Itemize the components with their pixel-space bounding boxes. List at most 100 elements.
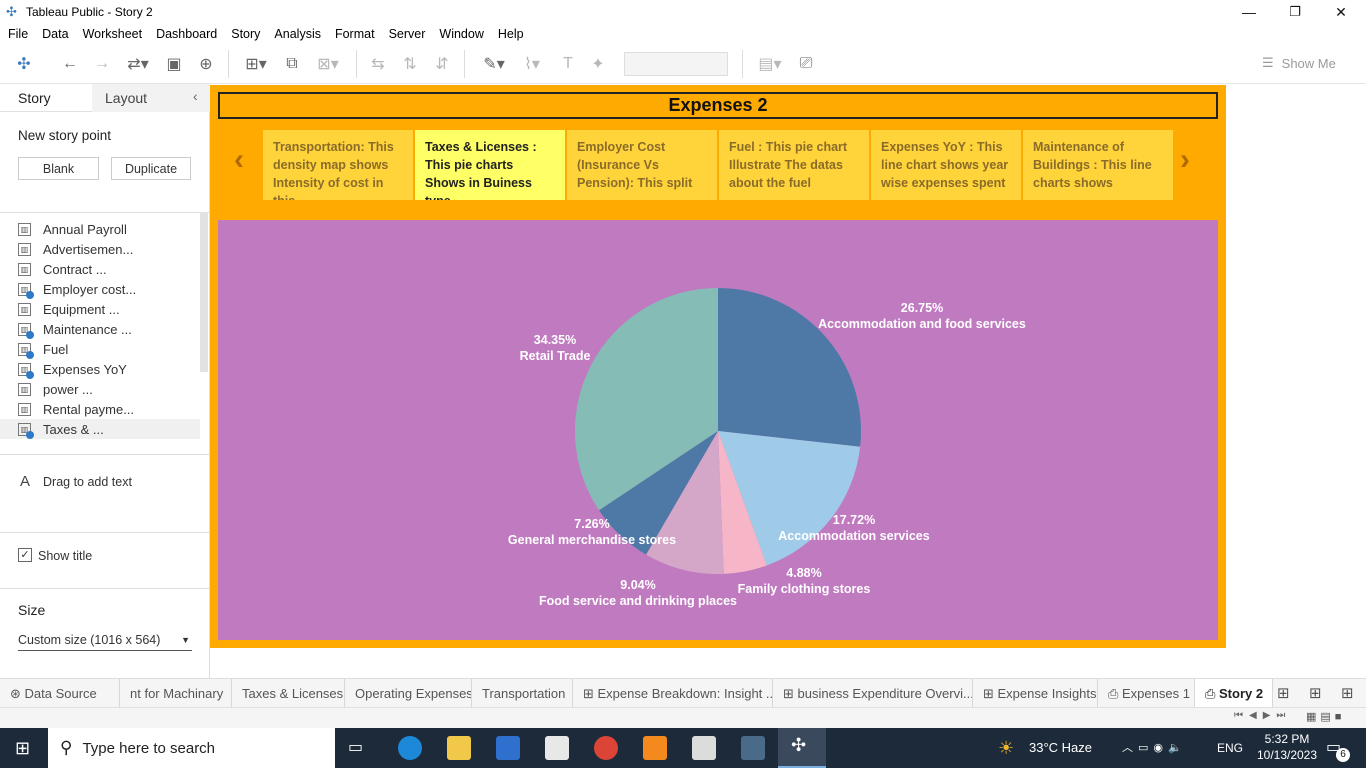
vlc-icon[interactable]	[643, 736, 667, 760]
photos-icon[interactable]	[741, 736, 765, 760]
language-indicator[interactable]: ENG	[1217, 728, 1243, 768]
clock[interactable]: 5:32 PM 10/13/2023	[1252, 731, 1322, 763]
replay-icon[interactable]: ⇄▾	[120, 52, 156, 76]
worksheet-icon: ▥	[18, 302, 31, 316]
sheet-tab[interactable]: nt for Machinary	[120, 679, 232, 708]
tab-story[interactable]: Story	[0, 90, 51, 106]
sheet-item[interactable]: ▥ Employer cost...	[18, 279, 198, 299]
next-story-point-icon[interactable]: ›	[1180, 143, 1190, 177]
new-data-source-icon[interactable]: ⊕	[194, 52, 218, 76]
sheet-tab-label: Data Source	[24, 686, 97, 701]
duplicate-sheet-icon[interactable]: ⧉	[280, 52, 304, 76]
sheet-tab[interactable]: ⊞ Expense Insights	[973, 679, 1098, 708]
undo-icon[interactable]: ←	[58, 52, 82, 76]
new-worksheet-icon[interactable]: ⊞▾	[238, 52, 274, 76]
maximize-button[interactable]: ❐	[1272, 0, 1318, 24]
sheet-item[interactable]: ▥ Equipment ...	[18, 299, 198, 319]
sheet-item[interactable]: ▥ Expenses YoY	[18, 359, 198, 379]
sheet-tab[interactable]: Taxes & Licenses	[232, 679, 345, 708]
show-me-button[interactable]: ☰ Show Me	[1262, 55, 1336, 71]
new-worksheet-tab-icon[interactable]: ⊞	[1277, 684, 1290, 702]
system-tray-icons[interactable]: ︿▭◉🔈	[1122, 728, 1187, 768]
window-title: Tableau Public - Story 2	[26, 5, 153, 19]
clear-sheet-icon[interactable]: ⊠▾	[310, 52, 346, 76]
windows-start-icon[interactable]: ⊞	[15, 738, 30, 759]
story-point-caption[interactable]: Employer Cost (Insurance Vs Pension): Th…	[567, 130, 717, 200]
blank-button[interactable]: Blank	[18, 157, 99, 180]
minimize-button[interactable]: —	[1226, 0, 1272, 24]
show-mark-labels-icon[interactable]: T	[556, 52, 580, 76]
sheet-item[interactable]: ▥Operatio...	[18, 439, 198, 443]
group-members-icon[interactable]: ⌇▾	[514, 52, 550, 76]
highlight-icon[interactable]: ✎▾	[476, 52, 512, 76]
store-icon[interactable]	[496, 736, 520, 760]
presentation-mode-icon[interactable]: ⎚	[794, 52, 818, 76]
drag-text-object[interactable]: A Drag to add text	[0, 454, 210, 532]
sheet-item[interactable]: ▥ power ...	[18, 379, 198, 399]
new-story-tab-icon[interactable]: ⊞	[1341, 684, 1354, 702]
story-point-caption[interactable]: Fuel : This pie chart Illustrate The dat…	[719, 130, 869, 200]
duplicate-button[interactable]: Duplicate	[111, 157, 191, 180]
fix-axes-icon[interactable]: ✦	[586, 52, 610, 76]
redo-icon[interactable]: →	[90, 52, 114, 76]
menu-server[interactable]: Server	[389, 27, 426, 41]
fit-dropdown[interactable]	[624, 52, 728, 76]
sheet-tab[interactable]: ⊞ Expense Breakdown: Insight ...	[573, 679, 773, 708]
worksheet-icon: ▥	[18, 422, 34, 439]
close-button[interactable]: ✕	[1318, 0, 1364, 24]
sort-ascending-icon[interactable]: ⇅	[398, 52, 422, 76]
sheet-tab[interactable]: ⊛ Data Source	[0, 679, 120, 708]
size-dropdown[interactable]: Custom size (1016 x 564) ▼	[18, 629, 192, 651]
sheet-item[interactable]: ▥ Rental payme...	[18, 399, 198, 419]
sheet-tab[interactable]: Operating Expenses	[345, 679, 472, 708]
menu-format[interactable]: Format	[335, 27, 375, 41]
tableau-taskbar-button[interactable]: ✣	[778, 728, 826, 768]
menu-file[interactable]: File	[8, 27, 28, 41]
show-title-checkbox[interactable]: ✓	[18, 548, 32, 562]
sheet-tab[interactable]: ⎙ Expenses 1	[1098, 679, 1195, 708]
sheet-tab[interactable]: ⎙ Story 2	[1195, 679, 1273, 708]
save-icon[interactable]: ▣	[162, 52, 186, 76]
view-mode-icons[interactable]: ▦▤■	[1306, 710, 1345, 723]
taskbar-search[interactable]: ⚲ Type here to search	[48, 728, 335, 768]
swap-rows-columns-icon[interactable]: ⇆	[366, 52, 390, 76]
story-point-caption[interactable]: Transportation: This density map shows I…	[263, 130, 413, 200]
sheet-item[interactable]: ▥ Fuel	[18, 339, 198, 359]
file-explorer-icon[interactable]	[447, 736, 471, 760]
menu-analysis[interactable]: Analysis	[274, 27, 321, 41]
worksheet-icon: ▥	[18, 362, 34, 379]
sheet-item[interactable]: ▥ Annual Payroll	[18, 219, 198, 239]
sheet-item-label: Employer cost...	[43, 281, 137, 297]
video-editor-icon[interactable]	[692, 736, 716, 760]
mail-icon[interactable]	[545, 736, 569, 760]
story-point-caption[interactable]: Taxes & Licenses : This pie charts Shows…	[415, 130, 565, 200]
collapse-pane-icon[interactable]: ‹	[193, 88, 198, 104]
sheet-nav-arrows-icon[interactable]: ⏮◀▶⏭	[1234, 710, 1291, 721]
menu-story[interactable]: Story	[231, 27, 260, 41]
chrome-icon[interactable]	[594, 736, 618, 760]
worksheet-icon: ▥	[18, 382, 31, 396]
sheet-item[interactable]: ▥ Taxes & ...	[0, 419, 200, 439]
new-dashboard-tab-icon[interactable]: ⊞	[1309, 684, 1322, 702]
task-view-icon[interactable]: ▭	[348, 736, 372, 760]
menu-worksheet[interactable]: Worksheet	[83, 27, 143, 41]
show-cards-icon[interactable]: ▤▾	[752, 52, 788, 76]
sheet-item[interactable]: ▥ Maintenance ...	[18, 319, 198, 339]
weather-text[interactable]: 33°C Haze	[1029, 728, 1092, 768]
sheet-item[interactable]: ▥ Advertisemen...	[18, 239, 198, 259]
story-point-caption[interactable]: Expenses YoY : This line chart shows yea…	[871, 130, 1021, 200]
edge-icon[interactable]	[398, 736, 422, 760]
tableau-logo-icon[interactable]: ✣	[12, 52, 36, 76]
sort-descending-icon[interactable]: ⇵	[430, 52, 454, 76]
menu-help[interactable]: Help	[498, 27, 524, 41]
menu-data[interactable]: Data	[42, 27, 68, 41]
weather-icon[interactable]: ☀	[998, 728, 1014, 768]
sheet-tab[interactable]: ⊞ business Expenditure Overvi...	[773, 679, 973, 708]
story-point-caption[interactable]: Maintenance of Buildings : This line cha…	[1023, 130, 1173, 200]
sheet-tab[interactable]: Transportation	[472, 679, 573, 708]
previous-story-point-icon[interactable]: ‹	[234, 143, 244, 177]
menu-dashboard[interactable]: Dashboard	[156, 27, 217, 41]
menu-window[interactable]: Window	[439, 27, 483, 41]
sheet-item[interactable]: ▥ Contract ...	[18, 259, 198, 279]
sheet-list-scrollbar[interactable]	[200, 212, 208, 372]
